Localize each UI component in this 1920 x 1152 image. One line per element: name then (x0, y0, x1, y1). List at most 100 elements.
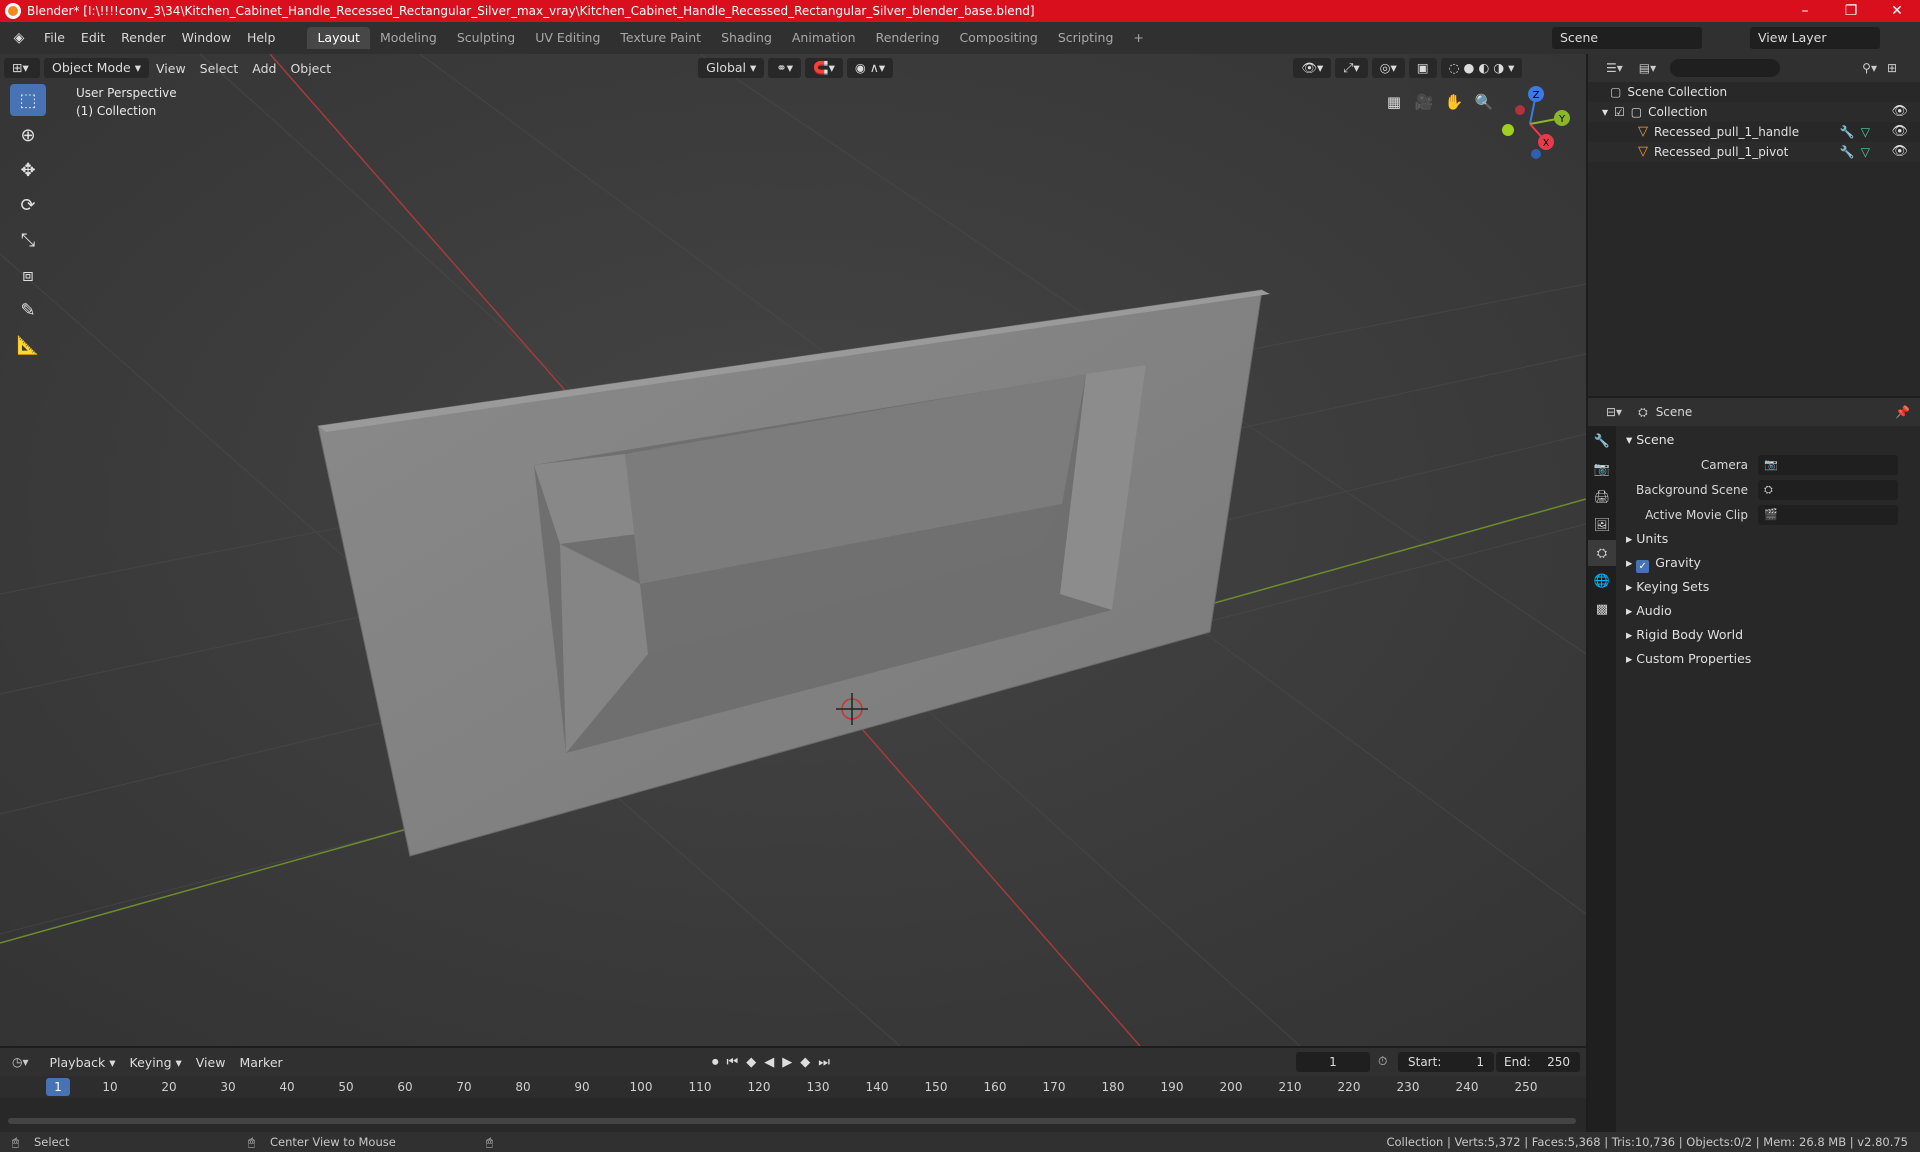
eye-icon[interactable]: 👁 (1891, 122, 1908, 142)
pin-icon[interactable]: 📌 (1895, 405, 1910, 419)
start-frame-field[interactable]: Start: 1 (1398, 1052, 1494, 1072)
timeline-ruler[interactable]: 1 10 20 30 40 50 60 70 80 90 100 110 120 130 140 150 160… (0, 1076, 1586, 1098)
gizmo-toggle-icon[interactable]: ⤢▾ (1335, 58, 1368, 78)
close-button[interactable]: ✕ (1874, 0, 1920, 22)
gravity-checkbox[interactable]: ✓ (1636, 560, 1650, 573)
camera-view-icon[interactable]: 🎥 (1410, 88, 1438, 116)
grid-view-icon[interactable]: ▦ (1380, 88, 1408, 116)
transform-orientation-dropdown[interactable]: Global ▾ (698, 58, 765, 78)
eye-icon[interactable]: 👁 (1891, 142, 1908, 162)
scene-selector[interactable]: Scene (1552, 27, 1702, 49)
rigid-body-world-panel[interactable]: ▸ Rigid Body World (1618, 623, 1920, 647)
tab-layout[interactable]: Layout (307, 27, 370, 49)
minimize-button[interactable]: – (1782, 0, 1828, 22)
visibility-icon[interactable]: 👁▾ (1293, 58, 1332, 78)
tool-tab-icon[interactable]: 🔧 (1588, 428, 1616, 454)
scale-tool-icon[interactable]: ⤡ (10, 224, 46, 256)
stopwatch-icon[interactable]: ⏱ (1378, 1054, 1387, 1069)
tab-rendering[interactable]: Rendering (866, 27, 950, 49)
keying-sets-panel[interactable]: ▸ Keying Sets (1618, 575, 1920, 599)
end-frame-field[interactable]: End: 250 (1496, 1052, 1580, 1072)
background-scene-field[interactable]: ⛭ (1758, 479, 1898, 500)
audio-panel[interactable]: ▸ Audio (1618, 599, 1920, 623)
tab-sculpting[interactable]: Sculpting (447, 27, 525, 49)
pan-hand-icon[interactable]: ✋ (1440, 88, 1468, 116)
properties-editor-icon[interactable]: ⊟▾ (1606, 405, 1622, 419)
checkbox-icon[interactable]: ☑ (1614, 102, 1625, 122)
expand-arrow-icon[interactable]: ▾ (1602, 102, 1608, 122)
maximize-button[interactable]: ❐ (1828, 0, 1874, 22)
jump-end-icon[interactable]: ⏭ (818, 1055, 838, 1070)
viewport-menu-object[interactable]: Object (283, 61, 338, 76)
outliner-editor-icon[interactable]: ☰▾ (1606, 61, 1623, 75)
blender-menu-icon[interactable]: ◈ (8, 27, 30, 49)
transform-tool-icon[interactable]: ⧈ (10, 259, 46, 291)
pivot-point-icon[interactable]: ⚭▾ (768, 58, 802, 78)
render-tab-icon[interactable]: 📷 (1588, 456, 1616, 482)
xray-toggle-icon[interactable]: ▣ (1408, 58, 1437, 78)
annotate-tool-icon[interactable]: ✎ (10, 294, 46, 326)
outliner-row-collection[interactable]: ▾ ☑ ▢ Collection 👁 (1588, 102, 1920, 122)
move-tool-icon[interactable]: ✥ (10, 154, 46, 186)
new-collection-icon[interactable]: ⊞ (1887, 61, 1897, 75)
gizmo-neg-y-icon[interactable] (1502, 124, 1514, 136)
select-box-tool-icon[interactable]: ⬚ (10, 84, 46, 116)
gravity-panel[interactable]: ▸ ✓ Gravity (1618, 551, 1920, 575)
record-icon[interactable]: ⏺ (712, 1055, 727, 1070)
view-layer-selector[interactable]: View Layer (1750, 27, 1880, 49)
timeline-editor-icon[interactable]: ◷▾ (12, 1055, 29, 1069)
current-frame-marker[interactable]: 1 (46, 1078, 70, 1096)
output-tab-icon[interactable]: 🖨 (1588, 484, 1616, 510)
tab-animation[interactable]: Animation (782, 27, 866, 49)
tab-uv-editing[interactable]: UV Editing (525, 27, 610, 49)
cursor-tool-icon[interactable]: ⊕ (10, 119, 46, 151)
viewport-menu-add[interactable]: Add (245, 61, 283, 76)
outliner-row-object[interactable]: ▽ Recessed_pull_1_handle 🔧▽ 👁 (1588, 122, 1920, 142)
timeline-menu-marker[interactable]: Marker (232, 1055, 289, 1070)
object-mode-dropdown[interactable]: Object Mode ▾ (44, 58, 149, 78)
viewport-menu-select[interactable]: Select (193, 61, 246, 76)
tab-texture-paint[interactable]: Texture Paint (610, 27, 711, 49)
timeline-menu-playback[interactable]: Playback ▾ (43, 1055, 123, 1070)
modifier-icon[interactable]: 🔧▽ (1840, 122, 1876, 142)
editor-type-button[interactable]: ⊞▾ (4, 58, 40, 78)
tab-shading[interactable]: Shading (711, 27, 782, 49)
outliner-search-input[interactable] (1670, 59, 1781, 77)
active-movie-clip-field[interactable]: 🎬 (1758, 504, 1898, 525)
viewport-menu-view[interactable]: View (149, 61, 193, 76)
units-panel[interactable]: ▸ Units (1618, 527, 1920, 551)
play-icon[interactable]: ▶ (782, 1055, 800, 1070)
menu-edit[interactable]: Edit (73, 27, 113, 49)
world-tab-icon[interactable]: 🌐 (1588, 568, 1616, 594)
eye-icon[interactable]: 👁 (1891, 102, 1908, 122)
menu-file[interactable]: File (36, 27, 73, 49)
measure-tool-icon[interactable]: 📐 (10, 329, 46, 361)
outliner-row-object[interactable]: ▽ Recessed_pull_1_pivot 🔧▽ 👁 (1588, 142, 1920, 162)
next-keyframe-icon[interactable]: ◆ (800, 1055, 818, 1070)
scene-tab-icon[interactable]: ⛭ (1588, 540, 1616, 566)
filter-icon[interactable]: ⚲▾ (1862, 61, 1877, 75)
custom-properties-panel[interactable]: ▸ Custom Properties (1618, 647, 1920, 671)
navigation-gizmo[interactable]: Z Y X (1490, 84, 1570, 164)
3d-viewport[interactable]: ⊞▾ Object Mode ▾ View Select Add Object … (0, 54, 1586, 1046)
gizmo-neg-z-icon[interactable] (1531, 149, 1541, 159)
play-reverse-icon[interactable]: ◀ (764, 1055, 782, 1070)
tab-modeling[interactable]: Modeling (370, 27, 447, 49)
timeline-menu-keying[interactable]: Keying ▾ (123, 1055, 189, 1070)
menu-help[interactable]: Help (239, 27, 284, 49)
outliner-row-scene-collection[interactable]: ▢ Scene Collection (1588, 82, 1920, 102)
menu-render[interactable]: Render (113, 27, 174, 49)
scene-panel-title[interactable]: ▾ Scene (1618, 428, 1920, 452)
timeline-scrollbar[interactable] (8, 1118, 1576, 1124)
prev-keyframe-icon[interactable]: ◆ (746, 1055, 764, 1070)
mesh-data-icon[interactable]: ▽ (1861, 125, 1876, 139)
tab-scripting[interactable]: Scripting (1048, 27, 1124, 49)
shading-modes-icon[interactable]: ◌ ● ◐ ◑ ▾ (1440, 58, 1523, 78)
menu-window[interactable]: Window (174, 27, 239, 49)
jump-start-icon[interactable]: ⏮ (727, 1055, 747, 1070)
tab-compositing[interactable]: Compositing (949, 27, 1047, 49)
proportional-edit-icon[interactable]: ◉ ∧▾ (846, 58, 894, 78)
rotate-tool-icon[interactable]: ⟳ (10, 189, 46, 221)
overlay-toggle-icon[interactable]: ◎▾ (1371, 58, 1405, 78)
snap-icon[interactable]: 🧲▾ (805, 58, 843, 78)
